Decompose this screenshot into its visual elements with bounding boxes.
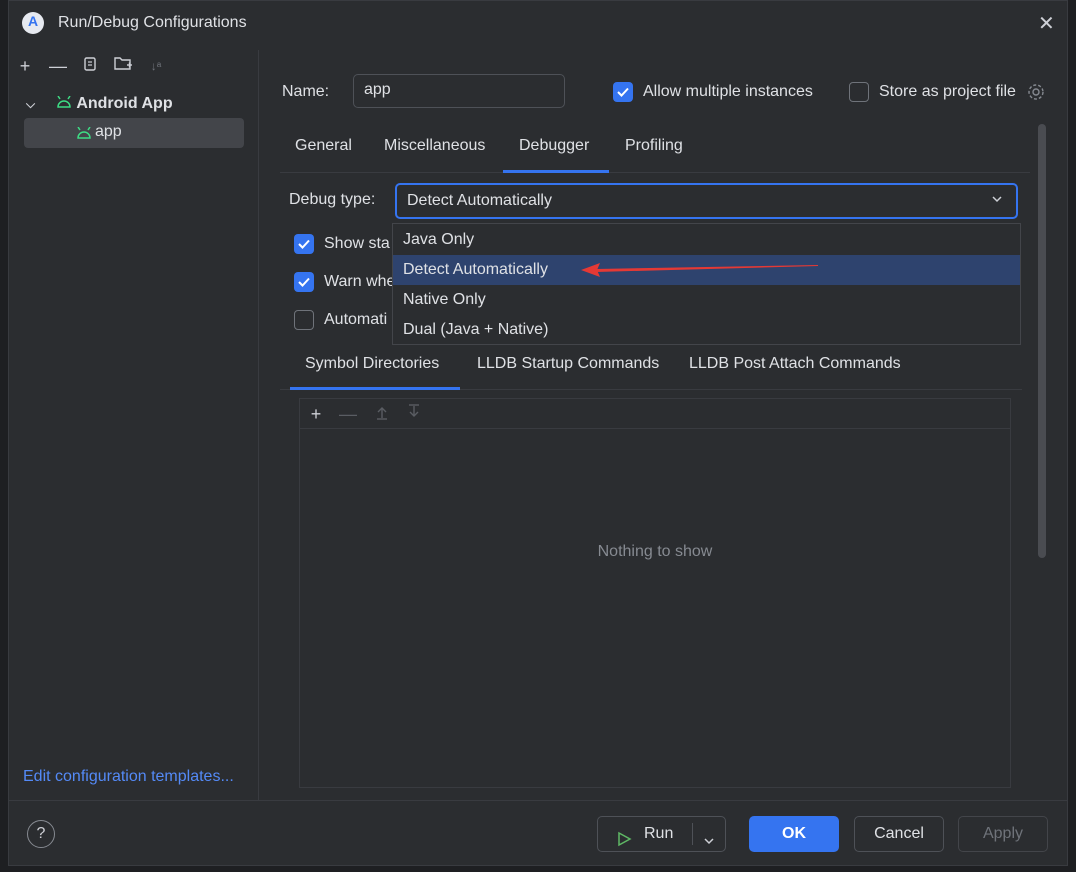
add-icon[interactable]: + <box>13 54 37 78</box>
close-icon[interactable]: ✕ <box>1038 14 1055 34</box>
symbol-directories-list <box>299 398 1011 788</box>
automatically-label: Automati <box>324 311 388 328</box>
edit-templates-link[interactable]: Edit configuration templates... <box>23 768 234 786</box>
tree-item-label: app <box>95 123 122 140</box>
help-button[interactable]: ? <box>27 820 55 848</box>
show-static-label: Show sta <box>324 235 390 252</box>
chevron-down-icon <box>990 192 1004 210</box>
show-static-checkbox[interactable] <box>294 234 314 254</box>
cancel-button[interactable]: Cancel <box>854 816 944 852</box>
window-title: Run/Debug Configurations <box>58 14 247 31</box>
subtab-lldb-startup[interactable]: LLDB Startup Commands <box>477 355 659 373</box>
remove-icon[interactable]: — <box>46 54 70 78</box>
debug-type-select[interactable]: Detect Automatically <box>395 183 1018 219</box>
store-project-checkbox[interactable] <box>849 82 869 102</box>
apply-button[interactable]: Apply <box>958 816 1048 852</box>
name-input[interactable]: app <box>353 74 565 108</box>
tree-node-android-app[interactable]: ⌵ Android App <box>26 92 173 116</box>
folder-add-icon[interactable] <box>111 54 135 78</box>
run-label: Run <box>644 825 674 842</box>
empty-list-text: Nothing to show <box>597 543 713 560</box>
chevron-down-icon: ⌵ <box>26 97 36 111</box>
annotation-arrow-icon <box>580 260 820 284</box>
store-project-label: Store as project file <box>879 83 1016 100</box>
android-studio-logo-icon: A <box>22 12 44 34</box>
android-icon <box>56 92 72 116</box>
sort-icon[interactable]: ↓ᵃ <box>144 54 168 78</box>
remove-icon[interactable]: — <box>336 402 360 426</box>
warn-when-label: Warn whe <box>324 273 396 290</box>
chevron-down-icon[interactable] <box>702 827 716 861</box>
dropdown-option-native-only[interactable]: Native Only <box>393 285 1020 315</box>
move-up-icon[interactable] <box>370 402 394 426</box>
tab-miscellaneous[interactable]: Miscellaneous <box>384 137 485 155</box>
subtab-lldb-post-attach[interactable]: LLDB Post Attach Commands <box>689 355 901 373</box>
tab-general[interactable]: General <box>295 137 352 155</box>
active-tab-indicator <box>503 170 609 173</box>
move-down-icon[interactable] <box>402 402 426 426</box>
footer-divider <box>9 800 1067 801</box>
play-icon <box>616 826 632 860</box>
tab-divider <box>280 172 1030 173</box>
configurations-tree-panel <box>9 50 259 800</box>
content-scrollbar[interactable] <box>1038 124 1046 558</box>
subtab-symbol-directories[interactable]: Symbol Directories <box>305 355 439 373</box>
dropdown-option-dual[interactable]: Dual (Java + Native) <box>393 315 1020 345</box>
allow-multiple-label: Allow multiple instances <box>643 83 813 100</box>
android-icon <box>76 126 92 143</box>
active-subtab-indicator <box>290 387 460 390</box>
tab-profiling[interactable]: Profiling <box>625 137 683 155</box>
gear-icon[interactable] <box>1026 82 1046 106</box>
warn-when-checkbox[interactable] <box>294 272 314 292</box>
copy-icon[interactable] <box>78 54 102 78</box>
debug-type-label: Debug type: <box>289 191 376 208</box>
tree-item-app[interactable] <box>24 118 244 148</box>
ok-button[interactable]: OK <box>749 816 839 852</box>
dropdown-option-java-only[interactable]: Java Only <box>393 225 1020 255</box>
run-split-divider <box>692 823 693 845</box>
automatically-checkbox[interactable] <box>294 310 314 330</box>
add-icon[interactable]: + <box>304 402 328 426</box>
run-button[interactable]: Run <box>597 816 726 852</box>
name-label: Name: <box>282 83 330 100</box>
background-strip <box>0 0 8 872</box>
tab-debugger[interactable]: Debugger <box>519 137 589 155</box>
allow-multiple-checkbox[interactable] <box>613 82 633 102</box>
tree-root-label: Android App <box>76 95 173 112</box>
